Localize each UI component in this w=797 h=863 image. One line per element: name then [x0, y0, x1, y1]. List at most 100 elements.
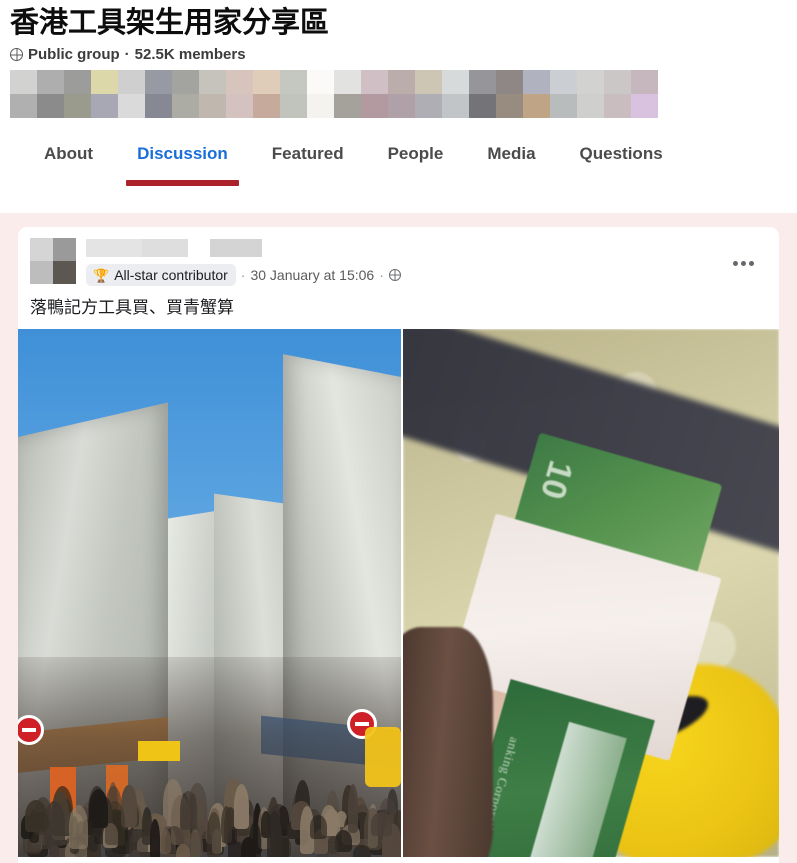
- avatar-tile: [604, 70, 631, 118]
- avatar-tile: [415, 70, 442, 118]
- tab-people[interactable]: People: [366, 144, 466, 180]
- avatar-tile-cell: [37, 94, 64, 118]
- avatar-tile-cell: [10, 94, 37, 118]
- group-page: 香港工具架生用家分享區 Public group · 52.5K members…: [0, 0, 797, 863]
- person-silhouette: [149, 819, 161, 857]
- avatar-tile-cell: [172, 94, 199, 118]
- post-author-block: 🏆 All-star contributor · 30 January at 1…: [86, 238, 765, 286]
- avatar-tile-cell: [496, 70, 523, 94]
- avatar-tile-cell: [307, 94, 334, 118]
- avatar-tile-cell: [442, 94, 469, 118]
- avatar-tile: [199, 70, 226, 118]
- avatar-tile: [442, 70, 469, 118]
- avatar-tile-cell: [118, 70, 145, 94]
- avatar-tile: [550, 70, 577, 118]
- avatar-tile-cell: [280, 70, 307, 94]
- group-header: 香港工具架生用家分享區 Public group · 52.5K members: [0, 0, 797, 64]
- avatar-tile-cell: [388, 94, 415, 118]
- person-silhouette: [241, 837, 256, 857]
- avatar-tile-cell: [145, 94, 172, 118]
- subline-separator-1: ·: [240, 267, 246, 283]
- post-timestamp[interactable]: 30 January at 15:06: [250, 266, 374, 284]
- person-silhouette: [105, 801, 125, 845]
- tab-about[interactable]: About: [22, 144, 115, 180]
- avatar-tile: [523, 70, 550, 118]
- avatar-tile: [334, 70, 361, 118]
- person-silhouette: [158, 828, 171, 854]
- avatar-tile-cell: [550, 94, 577, 118]
- person-silhouette: [221, 806, 232, 844]
- crowd-of-people: [18, 765, 401, 857]
- avatar-tile-cell: [415, 70, 442, 94]
- avatar-tile-cell: [199, 70, 226, 94]
- avatar-tile: [253, 70, 280, 118]
- hong-kong-street-market-photo[interactable]: [18, 329, 401, 857]
- badge-label: All-star contributor: [114, 267, 228, 283]
- globe-icon: [10, 48, 23, 61]
- person-silhouette: [347, 784, 359, 834]
- avatar-tile-cell: [442, 70, 469, 94]
- avatar-tile-cell: [253, 94, 280, 118]
- meta-separator: ·: [124, 46, 130, 63]
- post-menu-button[interactable]: [725, 245, 761, 281]
- avatar-tile-cell: [118, 94, 145, 118]
- tab-label: About: [44, 144, 94, 163]
- avatar-tile-cell: [91, 94, 118, 118]
- tab-featured[interactable]: Featured: [250, 144, 366, 180]
- avatar-tile: [469, 70, 496, 118]
- avatar-tile: [10, 70, 37, 118]
- avatar-tile-cell: [145, 70, 172, 94]
- group-privacy-label: Public group: [28, 46, 120, 63]
- avatar-tile-cell: [469, 94, 496, 118]
- person-silhouette: [267, 810, 282, 857]
- avatar[interactable]: [30, 238, 76, 284]
- globe-icon[interactable]: [388, 269, 401, 281]
- avatar-tile-cell: [523, 70, 550, 94]
- avatar-tile-cell: [577, 94, 604, 118]
- avatar-tile-cell: [172, 70, 199, 94]
- avatar-tile-cell: [253, 70, 280, 94]
- person-silhouette: [128, 829, 148, 857]
- avatar-tile-cell: [523, 94, 550, 118]
- avatar-tile-cell: [91, 70, 118, 94]
- avatar-tile: [172, 70, 199, 118]
- tab-label: Questions: [579, 144, 663, 163]
- avatar-tile-cell: [496, 94, 523, 118]
- avatar-tile: [64, 70, 91, 118]
- person-silhouette: [310, 814, 328, 840]
- status-badge[interactable]: 🏆 All-star contributor: [86, 264, 236, 286]
- avatar-tile-cell: [577, 70, 604, 94]
- avatar-tile-cell: [388, 70, 415, 94]
- post-card: 🏆 All-star contributor · 30 January at 1…: [18, 227, 779, 863]
- hand: [403, 627, 493, 857]
- avatar-tile-cell: [37, 70, 64, 94]
- tab-media[interactable]: Media: [465, 144, 557, 180]
- person-silhouette: [371, 812, 392, 836]
- trophy-icon: 🏆: [93, 267, 110, 283]
- avatar-tile: [307, 70, 334, 118]
- avatar-tile-cell: [631, 94, 658, 118]
- avatar-tile-cell: [361, 94, 388, 118]
- banknotes-closeup-photo[interactable]: 10 anking Corporation: [403, 329, 779, 857]
- member-avatars-group-1[interactable]: [10, 70, 334, 118]
- avatar-tile: [226, 70, 253, 118]
- avatar-tile-cell: [226, 70, 253, 94]
- post-text: 落鴨記方工具買、買青蟹算: [30, 298, 234, 318]
- ellipsis-icon: [748, 260, 754, 266]
- author-name-redacted[interactable]: [86, 239, 765, 257]
- subline-separator-2: ·: [379, 267, 384, 283]
- page-title: 香港工具架生用家分享區: [10, 7, 330, 39]
- member-avatars-group-2[interactable]: [334, 70, 658, 118]
- avatar-tile: [577, 70, 604, 118]
- tab-discussion[interactable]: Discussion: [115, 144, 250, 186]
- avatar-tile-cell: [280, 94, 307, 118]
- person-silhouette: [328, 835, 339, 855]
- tab-label: Discussion: [137, 144, 228, 163]
- post-subline: 🏆 All-star contributor · 30 January at 1…: [86, 264, 765, 286]
- tab-questions[interactable]: Questions: [558, 144, 685, 180]
- member-avatars-strip[interactable]: [10, 70, 658, 118]
- tab-label: Media: [487, 144, 536, 163]
- avatar-tile: [145, 70, 172, 118]
- avatar-tile-cell: [604, 94, 631, 118]
- person-silhouette: [207, 812, 221, 857]
